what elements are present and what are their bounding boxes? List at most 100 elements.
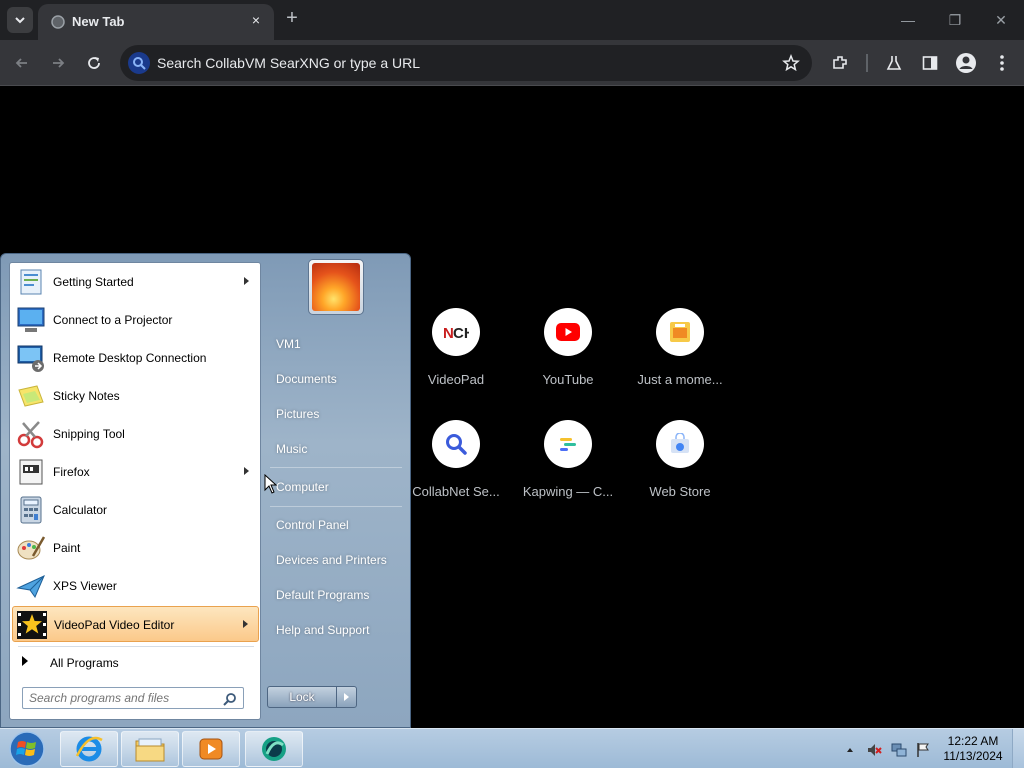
start-menu: Getting Started Connect to a Projector R… xyxy=(0,253,411,728)
user-picture-avatar[interactable] xyxy=(308,259,364,315)
program-sticky-notes[interactable]: Sticky Notes xyxy=(12,378,259,414)
program-calculator[interactable]: Calculator xyxy=(12,492,259,528)
youtube-icon xyxy=(544,308,592,356)
labs-flask-icon[interactable] xyxy=(883,52,905,74)
menu-kebab-icon[interactable] xyxy=(991,52,1013,74)
program-remote-desktop[interactable]: Remote Desktop Connection xyxy=(12,340,259,376)
internet-explorer-icon xyxy=(75,736,103,762)
program-getting-started[interactable]: Getting Started xyxy=(12,264,259,300)
web-store-icon xyxy=(656,420,704,468)
submenu-arrow-icon xyxy=(244,467,249,475)
system-clock[interactable]: 12:22 AM 11/13/2024 xyxy=(938,734,1008,764)
bookmark-star-icon[interactable] xyxy=(782,54,800,72)
start-right-music[interactable]: Music xyxy=(276,442,307,456)
program-xps-viewer[interactable]: XPS Viewer xyxy=(12,568,259,604)
program-label: Firefox xyxy=(53,465,90,479)
search-magnifier-icon xyxy=(432,420,480,468)
taskbar-browser[interactable] xyxy=(245,731,303,767)
shortcut-videopad[interactable]: NCH VideoPad xyxy=(404,308,508,408)
program-label: Sticky Notes xyxy=(53,389,120,403)
address-bar[interactable]: Search CollabVM SearXNG or type a URL xyxy=(120,45,812,81)
address-bar-placeholder: Search CollabVM SearXNG or type a URL xyxy=(157,55,420,71)
side-panel-icon[interactable] xyxy=(919,52,941,74)
shortcut-youtube[interactable]: YouTube xyxy=(516,308,620,408)
sticky-notes-icon xyxy=(18,385,44,407)
new-tab-icon[interactable]: + xyxy=(282,8,302,28)
forward-button[interactable] xyxy=(45,50,71,76)
show-desktop-button[interactable] xyxy=(1012,729,1024,768)
shortcut-label: Kapwing — C... xyxy=(522,484,614,499)
shortcut-just-a-moment[interactable]: Just a mome... xyxy=(628,308,732,408)
getting-started-icon xyxy=(20,269,42,295)
program-videopad-video-editor[interactable]: VideoPad Video Editor xyxy=(12,606,259,642)
show-hidden-icons-icon[interactable] xyxy=(845,742,861,758)
browser-tab-bar: New Tab × + — ❐ ✕ xyxy=(0,0,1024,40)
all-programs-label: All Programs xyxy=(50,656,119,670)
program-label: Connect to a Projector xyxy=(53,313,173,327)
extensions-icon[interactable] xyxy=(829,52,851,74)
tab-search-button[interactable] xyxy=(7,7,33,33)
videopad-nch-icon: NCH xyxy=(432,308,480,356)
reload-icon xyxy=(88,57,100,69)
firefox-icon xyxy=(19,459,43,485)
kapwing-icon xyxy=(544,420,592,468)
divider xyxy=(270,506,402,507)
shortcut-label: Just a mome... xyxy=(637,372,723,387)
action-center-flag-icon[interactable] xyxy=(915,742,931,758)
program-paint[interactable]: Paint xyxy=(12,530,259,566)
paint-icon xyxy=(17,536,46,560)
clock-date: 11/13/2024 xyxy=(943,749,1003,763)
lock-button[interactable]: Lock xyxy=(267,686,337,708)
back-button[interactable] xyxy=(9,50,35,76)
start-search-box[interactable] xyxy=(22,687,244,709)
program-label: XPS Viewer xyxy=(53,579,117,593)
start-menu-programs-pane: Getting Started Connect to a Projector R… xyxy=(9,262,261,720)
volume-muted-icon[interactable] xyxy=(866,742,882,758)
taskbar-internet-explorer[interactable] xyxy=(60,731,118,767)
taskbar-media-player[interactable] xyxy=(182,731,240,767)
program-label: VideoPad Video Editor xyxy=(54,618,175,632)
arrow-right-icon xyxy=(22,656,28,666)
minimize-icon[interactable]: — xyxy=(896,8,920,32)
remote-desktop-icon xyxy=(17,345,44,372)
start-right-devices-printers[interactable]: Devices and Printers xyxy=(276,553,387,567)
program-label: Paint xyxy=(53,541,81,555)
search-icon xyxy=(128,52,150,74)
shortcut-kapwing[interactable]: Kapwing — C... xyxy=(516,420,620,520)
network-icon[interactable] xyxy=(891,742,907,758)
close-window-icon[interactable]: ✕ xyxy=(989,8,1013,32)
browser-app-icon xyxy=(262,737,286,761)
program-label: Snipping Tool xyxy=(53,427,125,441)
xps-viewer-icon xyxy=(16,575,45,599)
search-icon[interactable] xyxy=(223,692,237,706)
start-right-pictures[interactable]: Pictures xyxy=(276,407,319,421)
start-right-documents[interactable]: Documents xyxy=(276,372,337,386)
program-snipping-tool[interactable]: Snipping Tool xyxy=(12,416,259,452)
media-player-icon xyxy=(199,738,223,760)
start-search-input[interactable] xyxy=(29,690,219,706)
windows-logo-icon xyxy=(9,731,45,767)
start-right-control-panel[interactable]: Control Panel xyxy=(276,518,349,532)
shutdown-options-arrow[interactable] xyxy=(336,686,357,708)
start-right-default-programs[interactable]: Default Programs xyxy=(276,588,369,602)
restore-icon[interactable]: ❐ xyxy=(943,8,967,32)
all-programs-button[interactable]: All Programs xyxy=(18,651,254,675)
shortcut-web-store[interactable]: Web Store xyxy=(628,420,732,520)
program-firefox[interactable]: Firefox xyxy=(12,454,259,490)
tab-new-tab[interactable]: New Tab × xyxy=(38,4,274,40)
shortcut-collabnet-search[interactable]: CollabNet Se... xyxy=(404,420,508,520)
shortcut-label: CollabNet Se... xyxy=(412,484,500,499)
program-label: Remote Desktop Connection xyxy=(53,351,207,365)
start-button[interactable] xyxy=(6,730,48,768)
screen: New Tab × + — ❐ ✕ Search CollabVM SearXN… xyxy=(0,0,1024,768)
start-right-vm1[interactable]: VM1 xyxy=(276,337,301,351)
close-tab-icon[interactable]: × xyxy=(248,12,264,28)
shortcut-label: VideoPad xyxy=(427,372,485,387)
start-right-computer[interactable]: Computer xyxy=(276,480,329,494)
taskbar-windows-explorer[interactable] xyxy=(121,731,179,767)
reload-button[interactable] xyxy=(81,50,107,76)
start-right-help-support[interactable]: Help and Support xyxy=(276,623,369,637)
shortcut-label: Web Store xyxy=(649,484,711,499)
program-connect-to-projector[interactable]: Connect to a Projector xyxy=(12,302,259,338)
profile-avatar-icon[interactable] xyxy=(955,52,977,74)
